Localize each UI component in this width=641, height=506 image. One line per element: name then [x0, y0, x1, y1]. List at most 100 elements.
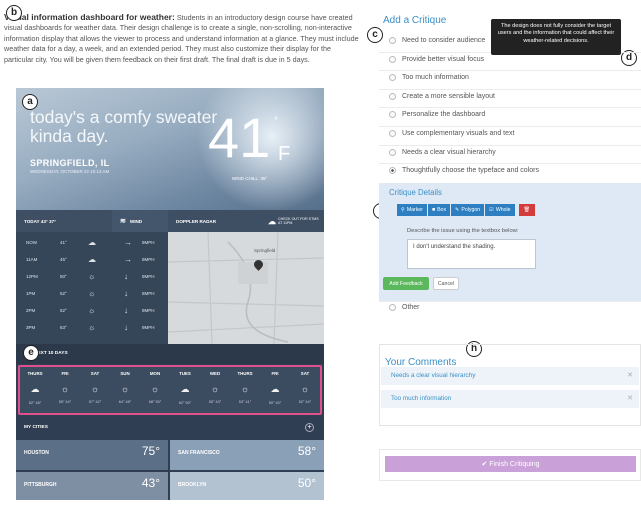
comment-item[interactable]: Needs a clear visual hierarchy ✕: [381, 367, 639, 385]
dashboard-date: WEDNESDAY, OCTOBER 22 10:13 AM: [30, 169, 110, 174]
day-name: THURS: [237, 371, 253, 376]
square-icon: ■: [431, 207, 436, 213]
day-name: SAT: [90, 371, 100, 376]
delete-annotation-button[interactable]: 🗑: [518, 204, 535, 216]
hour-temp: 63°: [60, 324, 67, 330]
hour-label: 3PM: [26, 324, 36, 330]
forecast-day: SUN ☼ 64° 48°: [110, 369, 140, 413]
annotation-toolbar: ⚲ Marker ■ Box ✎ Polygon ☑ Whole 🗑: [397, 204, 535, 216]
my-cities-label: MY CITIES: [24, 425, 48, 430]
day-temps: 53° 41°: [238, 400, 252, 404]
wind-arrow-icon: ↓: [124, 305, 128, 315]
dashboard-headline: today's a comfy sweater kinda day.: [30, 107, 218, 146]
divider: [379, 107, 641, 109]
critique-option[interactable]: Provide better visual focus: [389, 55, 484, 63]
wind-speed: 9MPH: [142, 273, 155, 279]
wind-arrow-icon: ↓: [124, 322, 128, 332]
cloud-icon: ☁: [268, 216, 276, 226]
critique-option[interactable]: Use complementary visuals and text: [389, 130, 514, 137]
divider: [379, 144, 641, 146]
comment-item[interactable]: Too much information ✕: [381, 390, 639, 408]
radar-header: DOPPLER RADAR ☁ CHECK OUT FOR STMS AT 11…: [168, 210, 324, 232]
remove-comment-icon[interactable]: ✕: [627, 394, 633, 402]
critique-textbox[interactable]: I don't understand the shading.: [407, 239, 536, 269]
checkbox-icon: ☑: [489, 207, 494, 213]
wind-speed: 8MPH: [142, 290, 155, 296]
option-radio[interactable]: [389, 74, 396, 82]
day-weather-icon: ☼: [60, 384, 70, 394]
polygon-tool-button[interactable]: ✎ Polygon: [451, 204, 485, 216]
option-label: Use complementary visuals and text: [402, 130, 515, 137]
option-tooltip: The design does not fully consider the t…: [491, 19, 621, 55]
option-other-label: Other: [402, 304, 420, 311]
add-critique-title: Add a Critique: [383, 15, 447, 26]
city-tile: PITTSBURGH 43°: [16, 472, 168, 500]
critique-option[interactable]: Needs a clear visual hierarchy: [389, 148, 496, 156]
hour-temp: 41°: [60, 239, 67, 245]
finish-critiquing-button[interactable]: ✔ Finish Critiquing: [385, 456, 636, 472]
hour-label: NOW: [26, 239, 37, 245]
marker-tool-label: Marker: [406, 207, 423, 213]
option-label: Personalize the dashboard: [402, 111, 486, 119]
option-radio[interactable]: [389, 92, 396, 100]
critique-option[interactable]: Too much information: [389, 74, 469, 82]
box-tool-button[interactable]: ■ Box: [427, 204, 451, 216]
critique-option[interactable]: Thoughtfully choose the typeface and col…: [389, 167, 539, 175]
map-city-label: Springfield: [254, 248, 276, 253]
critique-option[interactable]: Need to consider audience: [389, 37, 485, 44]
cancel-button[interactable]: Cancel: [433, 277, 459, 290]
option-radio[interactable]: [389, 148, 396, 156]
city-tile: SAN FRANCISCO 58°: [170, 440, 324, 470]
weather-dashboard[interactable]: today's a comfy sweater kinda day. SPRIN…: [16, 88, 324, 500]
comment-text: Too much information: [391, 395, 452, 402]
map-graphic: [168, 232, 324, 344]
marker-tool-button[interactable]: ⚲ Marker: [397, 204, 427, 216]
whole-tool-button[interactable]: ☑ Whole: [485, 204, 515, 216]
option-radio[interactable]: [389, 167, 396, 175]
design-brief: Visual information dashboard for weather…: [4, 12, 359, 65]
comment-text: Needs a clear visual hierarchy: [391, 372, 476, 379]
city-temp: 75°: [141, 444, 160, 458]
day-weather-icon: ☼: [300, 384, 310, 394]
hour-label: 2PM: [26, 307, 36, 313]
radio-other[interactable]: [389, 304, 396, 311]
city-tile: BROOKLYN 50°: [170, 472, 324, 500]
option-other[interactable]: Other: [389, 304, 420, 311]
badge-c: c: [367, 27, 383, 43]
critique-option[interactable]: Create a more sensible layout: [389, 92, 495, 100]
forecast-day: WED ☼ 55° 43°: [200, 369, 230, 413]
day-temps: 55° 44°: [58, 400, 72, 404]
hour-temp: 45°: [60, 256, 67, 262]
day-weather-icon: ☼: [240, 384, 250, 394]
option-radio[interactable]: [389, 111, 396, 119]
remove-comment-icon[interactable]: ✕: [627, 371, 633, 379]
hourly-row: NOW 41° ☁ → 9MPH: [16, 235, 168, 249]
day-temps: 62° 50°: [178, 401, 192, 405]
divider: [379, 88, 641, 90]
option-radio[interactable]: [389, 37, 396, 44]
option-label: Need to consider audience: [402, 37, 486, 44]
hourly-row: 12PM 50° ☼ ↓ 9MPH: [16, 269, 168, 283]
day-temps: 68° 55°: [148, 400, 162, 404]
add-feedback-button[interactable]: Add Feedback: [383, 277, 429, 290]
forecast-day: SAT ☼ 57° 42°: [80, 369, 110, 413]
temperature-unit: F: [278, 143, 291, 165]
doppler-radar-map: Springfield: [168, 232, 324, 344]
weather-icon: ☼: [88, 288, 96, 298]
wind-arrow-icon: →: [124, 237, 132, 247]
forecast-day: TUES ☁ 62° 50°: [170, 369, 200, 413]
option-radio[interactable]: [389, 130, 396, 137]
option-label: Thoughtfully choose the typeface and col…: [402, 167, 539, 175]
day-name: FRI: [271, 371, 279, 376]
wind-arrow-icon: ↓: [124, 271, 128, 281]
brief-title: Visual information dashboard for weather…: [4, 12, 175, 22]
weather-icon: ☼: [88, 322, 96, 332]
option-label: Create a more sensible layout: [402, 92, 495, 100]
my-cities-header: MY CITIES +: [16, 418, 324, 438]
day-weather-icon: ☁: [30, 384, 40, 394]
option-radio[interactable]: [389, 55, 396, 63]
hour-temp: 52°: [60, 307, 67, 313]
forecast-day: THURS ☁ 52° 48°: [20, 369, 50, 413]
critique-option[interactable]: Personalize the dashboard: [389, 111, 486, 119]
day-weather-icon: ☁: [270, 384, 280, 394]
